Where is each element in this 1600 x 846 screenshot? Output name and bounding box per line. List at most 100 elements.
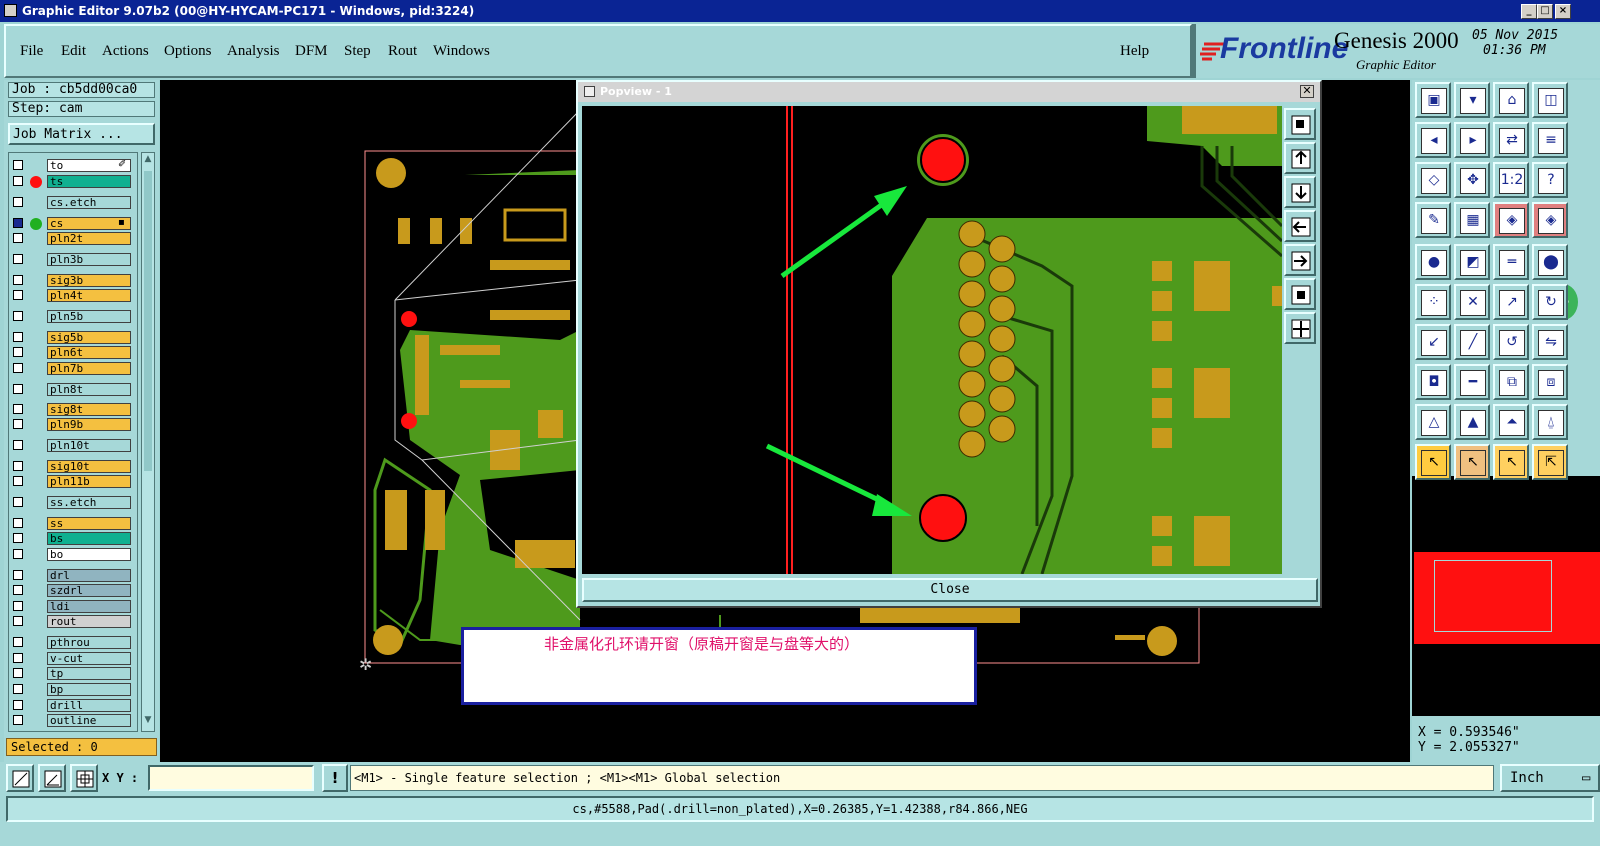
pv-zoom-out-icon[interactable] [1284, 176, 1316, 208]
add-pad-icon[interactable]: ● [1415, 244, 1451, 280]
pv-pan-right-icon[interactable] [1284, 244, 1316, 276]
layer-name[interactable]: pln4t [47, 289, 131, 302]
layer-name[interactable]: cs.etch [47, 196, 131, 209]
layer-row-pln11b[interactable]: pln11b [8, 475, 132, 489]
layer-checkbox[interactable] [13, 347, 23, 357]
fit-screen-icon[interactable]: ▣ [1415, 82, 1451, 118]
snap-grid-icon[interactable] [6, 764, 34, 792]
layers-blue-icon[interactable]: ◈ [1532, 202, 1568, 238]
scroll-thumb[interactable] [144, 171, 152, 471]
layer-checkbox[interactable] [13, 715, 23, 725]
layer-checkbox[interactable] [13, 332, 23, 342]
layer-checkbox[interactable] [13, 384, 23, 394]
transform-icon[interactable]: ◩ [1454, 244, 1490, 280]
layer-checkbox[interactable] [13, 160, 23, 170]
layer-name[interactable]: sig8t [47, 403, 131, 416]
menu-dfm[interactable]: DFM [295, 43, 328, 60]
triangle-d-icon[interactable]: ⍙ [1532, 404, 1568, 440]
pointer-sel-icon[interactable]: ↖ [1493, 444, 1529, 480]
layer-name[interactable]: pln9b [47, 418, 131, 431]
layer-row-pln10t[interactable]: pln10t [8, 439, 132, 453]
layer-checkbox[interactable] [13, 637, 23, 647]
popview-close-button[interactable]: Close [582, 578, 1318, 602]
pv-zoom-in-icon[interactable] [1284, 142, 1316, 174]
layer-name[interactable]: pln2t [47, 232, 131, 245]
layer-row-sig10t[interactable]: sig10t [8, 460, 132, 474]
menu-windows[interactable]: Windows [433, 43, 490, 60]
arc-icon[interactable]: ↻ [1532, 284, 1568, 320]
layer-name[interactable]: bs [47, 532, 131, 545]
layer-checkbox[interactable] [13, 601, 23, 611]
layer-checkbox[interactable] [13, 616, 23, 626]
layer-checkbox[interactable] [13, 275, 23, 285]
layer-checkbox[interactable] [13, 570, 23, 580]
menu-edit[interactable]: Edit [61, 43, 86, 60]
maximize-button[interactable]: □ [1537, 4, 1553, 19]
layer-name[interactable]: bp [47, 683, 131, 696]
units-selector[interactable]: Inch ▭ [1500, 764, 1600, 792]
layer-row-ss[interactable]: ss [8, 517, 132, 531]
snap-center-icon[interactable] [70, 764, 98, 792]
menu-options[interactable]: Options [164, 43, 212, 60]
triangle-c-icon[interactable]: ⏶ [1493, 404, 1529, 440]
pv-pan-left-icon[interactable] [1284, 210, 1316, 242]
line-angle-icon[interactable]: ↙ [1415, 324, 1451, 360]
layer-name[interactable]: pthrou [47, 636, 131, 649]
layer-row-pln6t[interactable]: pln6t [8, 346, 132, 360]
menu-file[interactable]: File [20, 43, 43, 60]
layer-row-cs[interactable]: cs ▪ [8, 217, 132, 231]
layer-row-pln4t[interactable]: pln4t [8, 289, 132, 303]
layer-name[interactable]: pln8t [47, 383, 131, 396]
ratio-1-2-icon[interactable]: 1:2 [1493, 162, 1529, 198]
menu-actions[interactable]: Actions [102, 43, 149, 60]
pointer-icon[interactable]: ↖ [1415, 444, 1451, 480]
alert-icon[interactable]: ! [322, 764, 348, 792]
layer-name[interactable]: ts [47, 175, 131, 188]
layer-name[interactable]: pln6t [47, 346, 131, 359]
menu-step[interactable]: Step [344, 43, 371, 60]
layer-name[interactable]: tp [47, 667, 131, 680]
layer-row-bp[interactable]: bp [8, 683, 132, 697]
layer-row-sig5b[interactable]: sig5b [8, 331, 132, 345]
layer-row-ldi[interactable]: ldi [8, 600, 132, 614]
line-red-icon[interactable]: ━ [1454, 364, 1490, 400]
layer-checkbox[interactable] [13, 218, 23, 228]
layer-name[interactable]: pln10t [47, 439, 131, 452]
layer-row-pln5b[interactable]: pln5b [8, 310, 132, 324]
ruler-icon[interactable]: ═ [1493, 244, 1529, 280]
app-icon[interactable] [4, 4, 17, 17]
layer-checkbox[interactable] [13, 176, 23, 186]
help-icon[interactable]: ? [1532, 162, 1568, 198]
layer-name[interactable]: rout [47, 615, 131, 628]
layer-row-pln9b[interactable]: pln9b [8, 418, 132, 432]
measure-icon[interactable]: ✎ [1415, 202, 1451, 238]
layer-row-pln3b[interactable]: pln3b [8, 253, 132, 267]
layer-row-bs[interactable]: bs [8, 532, 132, 546]
layer-row-v-cut[interactable]: v-cut [8, 652, 132, 666]
layer-name[interactable]: drl [47, 569, 131, 582]
layer-row-pthrou[interactable]: pthrou [8, 636, 132, 650]
menu-help[interactable]: Help [1120, 43, 1149, 60]
layer-name[interactable]: pln7b [47, 362, 131, 375]
layer-row-to[interactable]: to ✐ [8, 159, 132, 173]
layer-checkbox[interactable] [13, 700, 23, 710]
layer-name[interactable]: pln11b [47, 475, 131, 488]
home-down-icon[interactable]: ▾ [1454, 82, 1490, 118]
layer-checkbox[interactable] [13, 440, 23, 450]
layer-name[interactable]: sig5b [47, 331, 131, 344]
layer-name[interactable]: drill [47, 699, 131, 712]
layer-row-cs.etch[interactable]: cs.etch [8, 196, 132, 210]
layer-checkbox[interactable] [13, 549, 23, 559]
layer-checkbox[interactable] [13, 461, 23, 471]
copy-icon[interactable]: ⧉ [1493, 364, 1529, 400]
triangle-b-icon[interactable]: ▲ [1454, 404, 1490, 440]
pointer-multi-icon[interactable]: ⇱ [1532, 444, 1568, 480]
layer-checkbox[interactable] [13, 197, 23, 207]
layer-checkbox[interactable] [13, 404, 23, 414]
menu-analysis[interactable]: Analysis [227, 43, 280, 60]
push-right-icon[interactable]: ▸ [1454, 122, 1490, 158]
group-icon[interactable]: ⧈ [1532, 364, 1568, 400]
connect-icon[interactable]: ⁘ [1415, 284, 1451, 320]
scroll-down-icon[interactable]: ▼ [143, 715, 153, 727]
pv-fit-icon[interactable] [1284, 278, 1316, 310]
